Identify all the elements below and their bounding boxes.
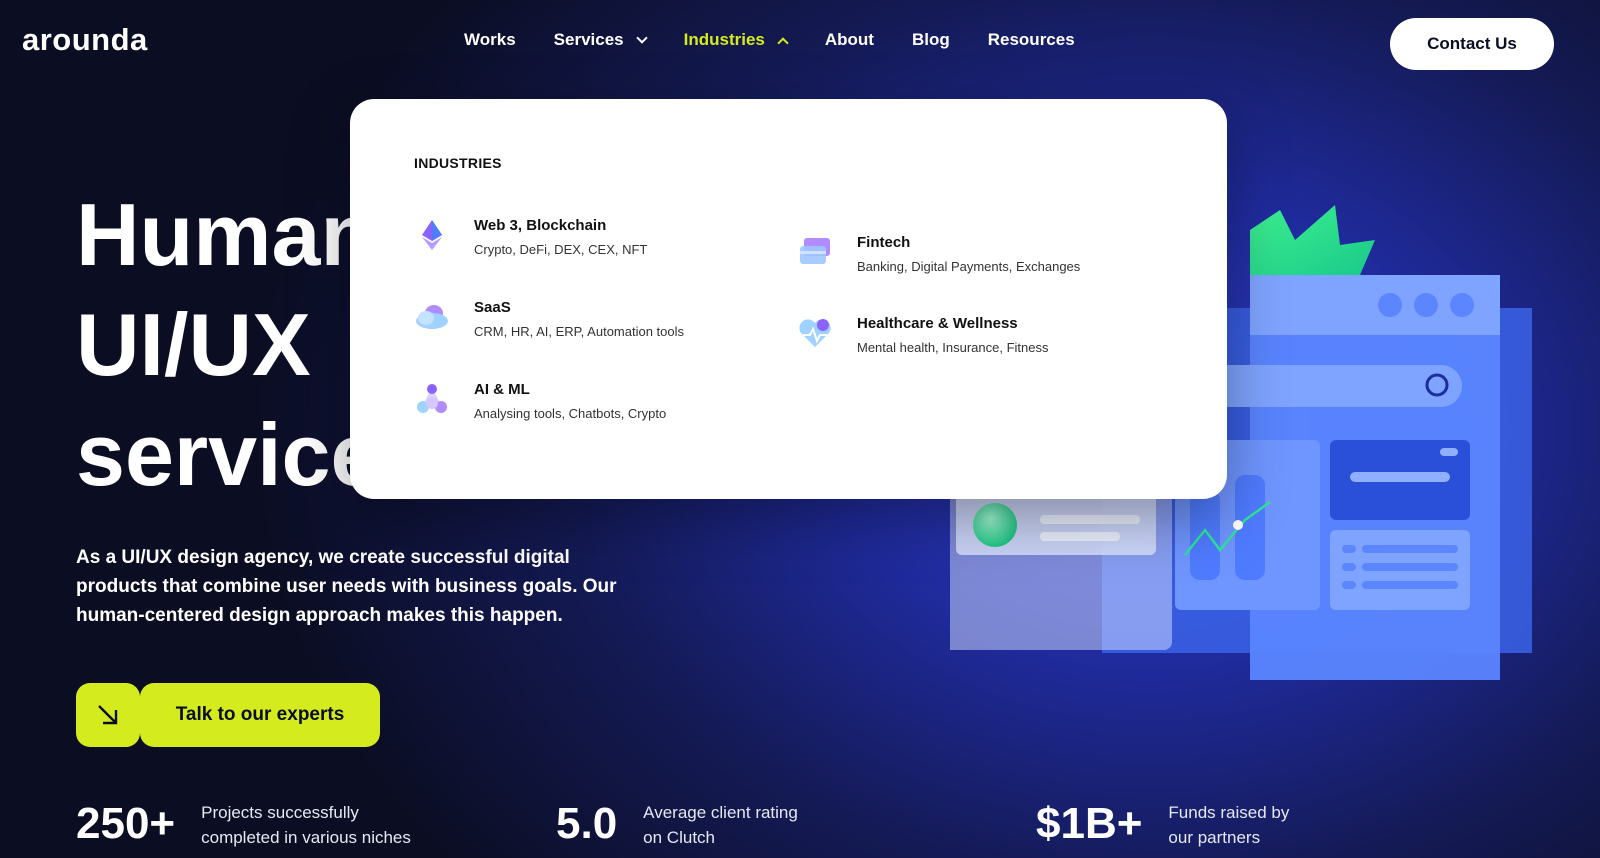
industry-text: Web 3, Blockchain Crypto, DeFi, DEX, CEX… xyxy=(474,217,647,257)
nav-about-label: About xyxy=(824,30,874,49)
stat-label: Projects successfully completed in vario… xyxy=(201,803,411,847)
stat-value: 5.0 xyxy=(556,799,618,848)
industry-title: AI & ML xyxy=(474,381,530,398)
stat-funds: $1B+ Funds raised by our partners xyxy=(1036,800,1298,850)
nav-services-label: Services xyxy=(553,30,624,49)
stat-rating: 5.0 Average client rating on Clutch xyxy=(556,800,813,850)
green-orb xyxy=(973,503,1017,547)
stat-value: $1B+ xyxy=(1036,799,1143,848)
dot-3 xyxy=(1450,293,1474,317)
logo[interactable]: arounda xyxy=(22,22,148,58)
industry-text: Fintech Banking, Digital Payments, Excha… xyxy=(857,234,1080,274)
hero-title-line-1: Human xyxy=(76,185,375,284)
industry-fintech[interactable]: Fintech Banking, Digital Payments, Excha… xyxy=(797,234,1127,274)
stat-projects: 250+ Projects successfully completed in … xyxy=(76,800,431,850)
industry-title: Fintech xyxy=(857,234,911,251)
industry-saas[interactable]: SaaS CRM, HR, AI, ERP, Automation tools xyxy=(414,299,744,339)
hero-title: Human UI/UX service xyxy=(76,180,379,510)
industry-subtitle: Crypto, DeFi, DEX, CEX, NFT xyxy=(474,242,648,257)
dropdown-heading: INDUSTRIES xyxy=(414,155,502,171)
nav-resources-label: Resources xyxy=(987,30,1075,49)
stat-label: Funds raised by our partners xyxy=(1168,803,1290,847)
industry-text: Healthcare & Wellness Mental health, Ins… xyxy=(857,315,1049,355)
search-bar xyxy=(1200,365,1462,407)
arrow-down-right-icon xyxy=(98,705,118,725)
nav-resources[interactable]: Resources xyxy=(988,30,1075,50)
industry-text: SaaS CRM, HR, AI, ERP, Automation tools xyxy=(474,299,684,339)
ethereum-icon xyxy=(422,220,442,250)
cta-arrow-button[interactable] xyxy=(76,683,140,747)
industry-subtitle: Banking, Digital Payments, Exchanges xyxy=(857,259,1081,274)
dot-2 xyxy=(1414,293,1438,317)
nav-industries-label: Industries xyxy=(683,30,765,49)
nav-about[interactable]: About xyxy=(825,30,874,50)
network-icon xyxy=(417,384,447,413)
dot-1 xyxy=(1378,293,1402,317)
chevron-down-icon xyxy=(635,31,648,44)
cloud-icon xyxy=(416,305,448,329)
contact-us-button[interactable]: Contact Us xyxy=(1390,18,1554,70)
nav-industries[interactable]: Industries xyxy=(683,30,789,50)
star-shape xyxy=(1250,205,1375,275)
industry-healthcare[interactable]: Healthcare & Wellness Mental health, Ins… xyxy=(797,315,1127,355)
industry-title: Healthcare & Wellness xyxy=(857,315,1018,332)
stat-value: 250+ xyxy=(76,799,176,848)
talk-to-experts-button[interactable]: Talk to our experts xyxy=(140,683,380,747)
industries-dropdown: INDUSTRIES Web 3, Blockchain Crypto, DeF… xyxy=(350,99,1227,499)
industry-subtitle: Analysing tools, Chatbots, Crypto xyxy=(474,406,667,421)
industry-text: AI & ML Analysing tools, Chatbots, Crypt… xyxy=(474,381,666,421)
stat-label: Average client rating on Clutch xyxy=(643,803,798,847)
hero-description: As a UI/UX design agency, we create succ… xyxy=(76,547,617,626)
industry-title: SaaS xyxy=(474,299,511,316)
nav-blog-label: Blog xyxy=(911,30,950,49)
industry-ai-ml[interactable]: AI & ML Analysing tools, Chatbots, Crypt… xyxy=(414,381,744,421)
hero-title-line-3: service xyxy=(76,405,380,504)
hero-title-line-2: UI/UX xyxy=(76,295,311,394)
nav-blog[interactable]: Blog xyxy=(912,30,950,50)
heart-icon xyxy=(799,319,831,347)
industry-subtitle: CRM, HR, AI, ERP, Automation tools xyxy=(474,324,685,339)
card-icon xyxy=(800,238,830,264)
nav-works[interactable]: Works xyxy=(464,30,516,50)
nav-works-label: Works xyxy=(464,30,516,49)
industry-web3[interactable]: Web 3, Blockchain Crypto, DeFi, DEX, CEX… xyxy=(414,217,744,257)
industry-title: Web 3, Blockchain xyxy=(474,217,607,234)
nav-services[interactable]: Services xyxy=(553,30,648,50)
chevron-up-icon xyxy=(777,36,789,49)
industry-subtitle: Mental health, Insurance, Fitness xyxy=(857,340,1049,355)
main-nav: Works Services Industries About Blog Res… xyxy=(464,30,1113,50)
